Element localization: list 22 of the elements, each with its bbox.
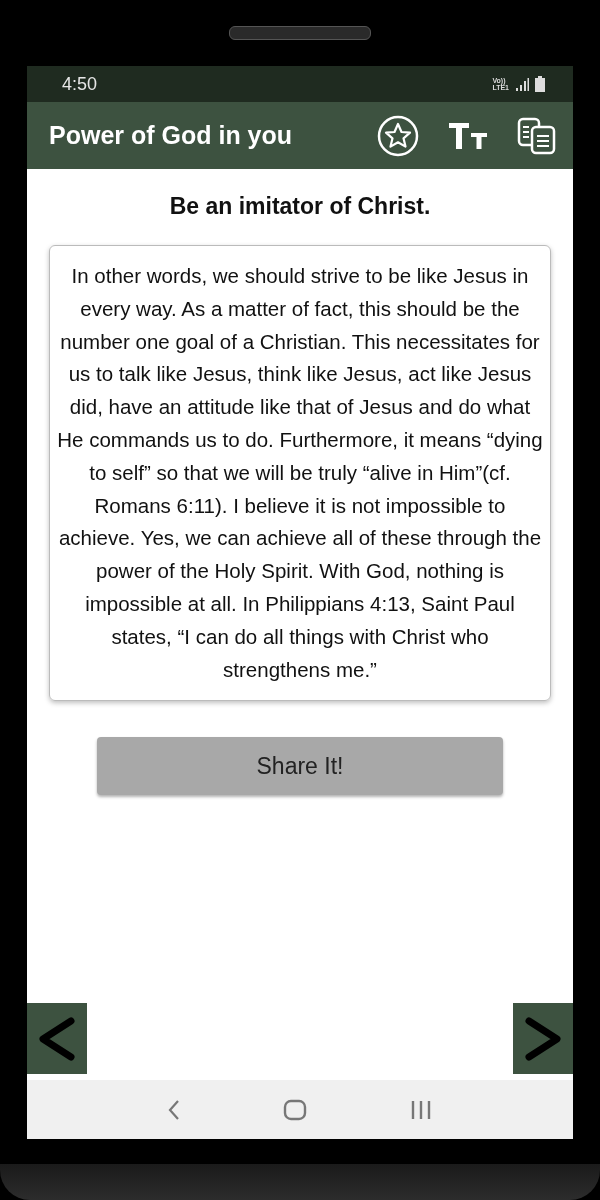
next-button[interactable] [513, 1003, 573, 1074]
devotion-text: In other words, we should strive to be like Jesus in every way. As a matter of fact, this should be the number one goal of a Christian. This necessitates for us to talk like Jesus, think like Jesus, act like Jesus did, have an attitude like that of Jesus and do what He commands us to do. Furthermore, it means “dying to self” so that we will be truly “alive in Him”(cf. Romans 6:11). I believe it is not impossible to achieve. Yes, we can achieve all of these through the power of the Holy Spirit. With God, nothing is impossible at all. In Philippians 4:13, Saint Paul states, “I can do all things with Christ who strengthens me.” [56, 263, 544, 683]
devotion-heading: Be an imitator of Christ. [169, 193, 431, 220]
recents-button[interactable] [409, 1099, 432, 1120]
chevron-right-icon [523, 1015, 563, 1062]
back-button[interactable] [168, 1098, 181, 1121]
share-button[interactable]: Share It! [97, 737, 503, 796]
recents-icon [409, 1099, 432, 1120]
text-size-icon [447, 120, 489, 151]
status-time: 4:50 [62, 73, 98, 95]
text-size-button[interactable] [447, 120, 489, 151]
back-icon [168, 1098, 181, 1121]
copy-button[interactable] [517, 116, 557, 155]
home-button[interactable] [283, 1098, 307, 1121]
battery-icon [535, 76, 545, 92]
app-title: Power of God in you [49, 121, 294, 150]
favorite-button[interactable] [377, 114, 419, 157]
chevron-left-icon [37, 1015, 77, 1062]
home-icon [283, 1098, 307, 1121]
previous-button[interactable] [27, 1003, 87, 1074]
signal-icon [515, 77, 529, 91]
copy-icon [517, 116, 557, 155]
